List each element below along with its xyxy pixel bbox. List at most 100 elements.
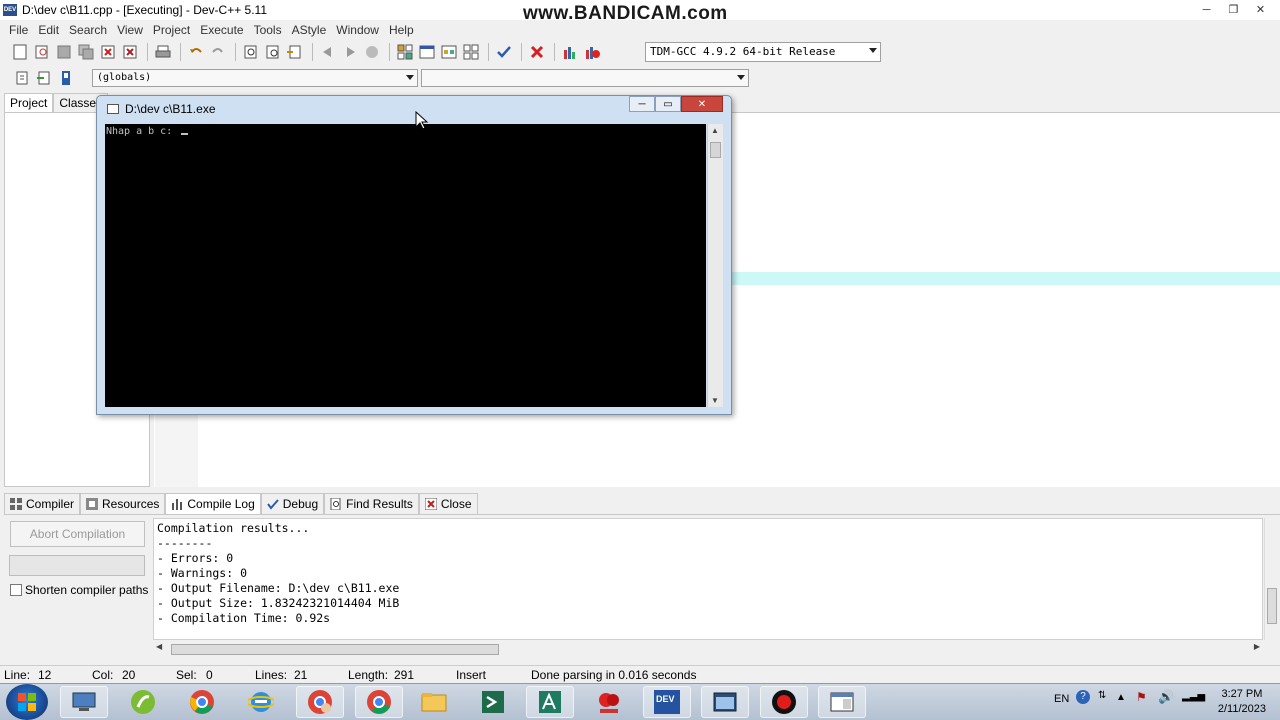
menu-search[interactable]: Search [64,23,112,37]
new-file-icon[interactable] [10,42,30,62]
menu-view[interactable]: View [112,23,148,37]
members-select[interactable] [421,69,749,87]
scroll-thumb[interactable] [710,142,721,158]
restore-button[interactable]: ❐ [1220,1,1247,18]
compile-icon[interactable] [395,42,415,62]
taskbar-app-ie[interactable] [237,686,285,718]
autocad-icon [539,691,561,713]
save-icon[interactable] [54,42,74,62]
signal-icon[interactable]: ▂▃▅ [1182,691,1205,702]
taskbar-app-chrome[interactable] [178,686,226,718]
chrome-profile-icon [308,690,332,714]
network-tray-icon[interactable]: ⇅ [1098,690,1106,701]
log-vertical-scrollbar[interactable] [1264,518,1279,640]
show-hidden-icons-icon[interactable]: ▲ [1116,692,1126,703]
toggle-bookmark-icon[interactable] [34,68,54,88]
taskbar-app-chrome-2[interactable] [355,686,403,718]
taskbar-app-bandicam[interactable] [760,686,808,718]
log-horizontal-scrollbar[interactable]: ◀ ▶ [153,641,1263,657]
tab-find-results[interactable]: Find Results [324,493,419,514]
globals-select[interactable]: (globals) [92,69,418,87]
console-scrollbar[interactable]: ▲ ▼ [707,124,723,407]
menu-edit[interactable]: Edit [33,23,64,37]
tab-close[interactable]: Close [418,493,478,514]
abort-compilation-button[interactable]: Abort Compilation [10,521,145,547]
profile-icon[interactable] [560,42,580,62]
compile-log-output[interactable]: Compilation results... -------- - Errors: … [153,518,1263,640]
scroll-left-icon[interactable]: ◀ [156,642,162,651]
console-prompt-text: Nhap a b c: [106,126,179,137]
undo-icon[interactable] [186,42,206,62]
mouse-pointer-icon [415,111,429,130]
status-sel-value: 0 [206,668,213,682]
menu-window[interactable]: Window [331,23,384,37]
scroll-right-icon[interactable]: ▶ [1254,642,1260,651]
console-maximize-button[interactable]: ▭ [655,96,681,112]
console-minimize-button[interactable]: ─ [629,96,655,112]
menu-tools[interactable]: Tools [249,23,287,37]
minimize-button[interactable]: ─ [1193,1,1220,18]
tab-debug[interactable]: Debug [260,493,325,514]
tab-compile-log[interactable]: Compile Log [165,493,261,514]
taskbar-app-cadsmo[interactable] [585,686,633,718]
help-icon[interactable]: ? [1076,690,1090,704]
console-output[interactable]: Nhap a b c: [105,124,706,407]
save-all-icon[interactable] [76,42,96,62]
menu-help[interactable]: Help [384,23,419,37]
close-button[interactable]: ✕ [1247,1,1274,18]
console-close-button[interactable]: ✕ [681,96,723,112]
insert-icon[interactable] [12,68,32,88]
compile-run-icon[interactable] [439,42,459,62]
replace-icon[interactable] [263,42,283,62]
shorten-paths-checkbox[interactable] [10,584,22,596]
shorten-paths-option[interactable]: Shorten compiler paths [10,583,148,597]
menu-file[interactable]: File [4,23,33,37]
close-file-icon[interactable] [98,42,118,62]
print-icon[interactable] [153,42,173,62]
unindent-icon[interactable] [340,42,360,62]
run-icon[interactable] [417,42,437,62]
goto-bookmark-icon[interactable] [56,68,76,88]
compiler-select[interactable]: TDM-GCC 4.9.2 64-bit Release [645,42,881,62]
language-indicator[interactable]: EN [1054,693,1069,705]
taskbar-app-window[interactable] [818,686,866,718]
taskbar-app-explorer[interactable] [60,686,108,718]
console-window[interactable]: D:\dev c\B11.exe ─ ▭ ✕ Nhap a b c: ▲ ▼ [96,95,732,415]
indent-icon[interactable] [318,42,338,62]
tab-compiler[interactable]: Compiler [4,493,81,514]
start-button[interactable] [6,684,48,720]
scroll-thumb[interactable] [171,644,499,655]
system-clock[interactable]: 3:27 PM 2/11/2023 [1218,687,1266,717]
flag-tray-icon[interactable]: ⚑ [1136,690,1147,704]
toggle-comment-icon[interactable] [362,42,382,62]
taskbar-app-folder[interactable] [410,686,458,718]
taskbar-app-chrome-profile[interactable] [296,686,344,718]
taskbar-app-autocad[interactable] [526,686,574,718]
syntax-check-icon[interactable] [494,42,514,62]
scroll-up-icon[interactable]: ▲ [711,126,719,135]
menu-project[interactable]: Project [148,23,195,37]
volume-icon[interactable]: 🔊 [1158,689,1174,705]
goto-line-icon[interactable] [285,42,305,62]
scroll-thumb[interactable] [1267,588,1277,624]
stop-execution-icon[interactable] [527,42,547,62]
menu-execute[interactable]: Execute [195,23,248,37]
console-app-icon [107,104,119,114]
taskbar-app-green[interactable] [119,686,167,718]
tab-project[interactable]: Project [4,93,54,112]
chevron-down-icon [406,75,414,80]
taskbar-app-devcpp[interactable]: DEV [643,686,691,718]
rebuild-icon[interactable] [461,42,481,62]
tab-resources[interactable]: Resources [80,493,166,514]
open-file-icon[interactable] [32,42,52,62]
taskbar-app-console[interactable] [701,686,749,718]
find-icon[interactable] [241,42,261,62]
close-all-icon[interactable] [120,42,140,62]
delete-profile-icon[interactable] [582,42,602,62]
toolbar-separator [147,43,148,61]
taskbar-app-green-box[interactable] [469,686,517,718]
chevron-down-icon [737,75,745,80]
menu-astyle[interactable]: AStyle [287,23,332,37]
redo-icon[interactable] [208,42,228,62]
scroll-down-icon[interactable]: ▼ [711,396,719,405]
